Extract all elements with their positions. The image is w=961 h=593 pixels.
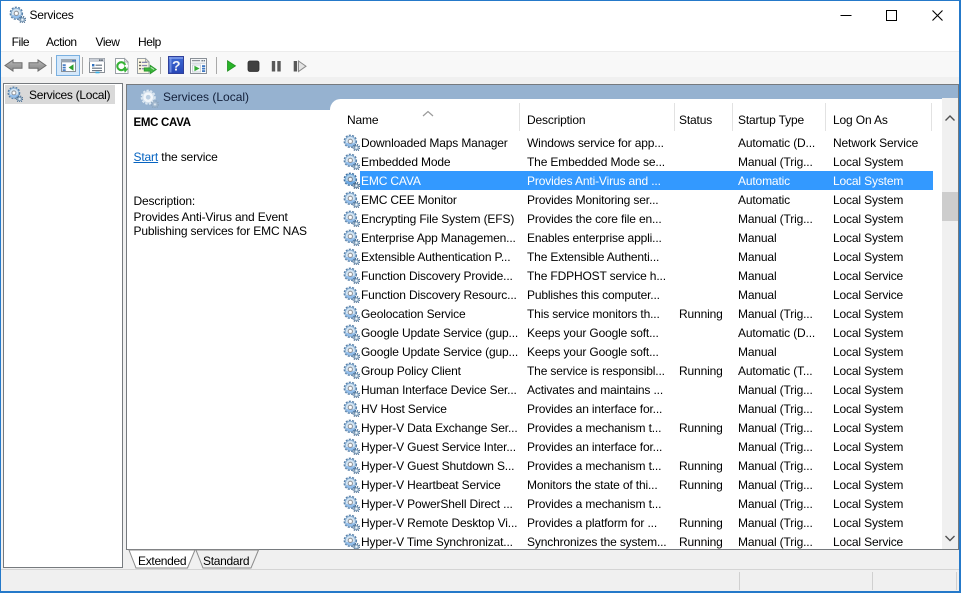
svg-text:?: ? — [172, 58, 181, 74]
